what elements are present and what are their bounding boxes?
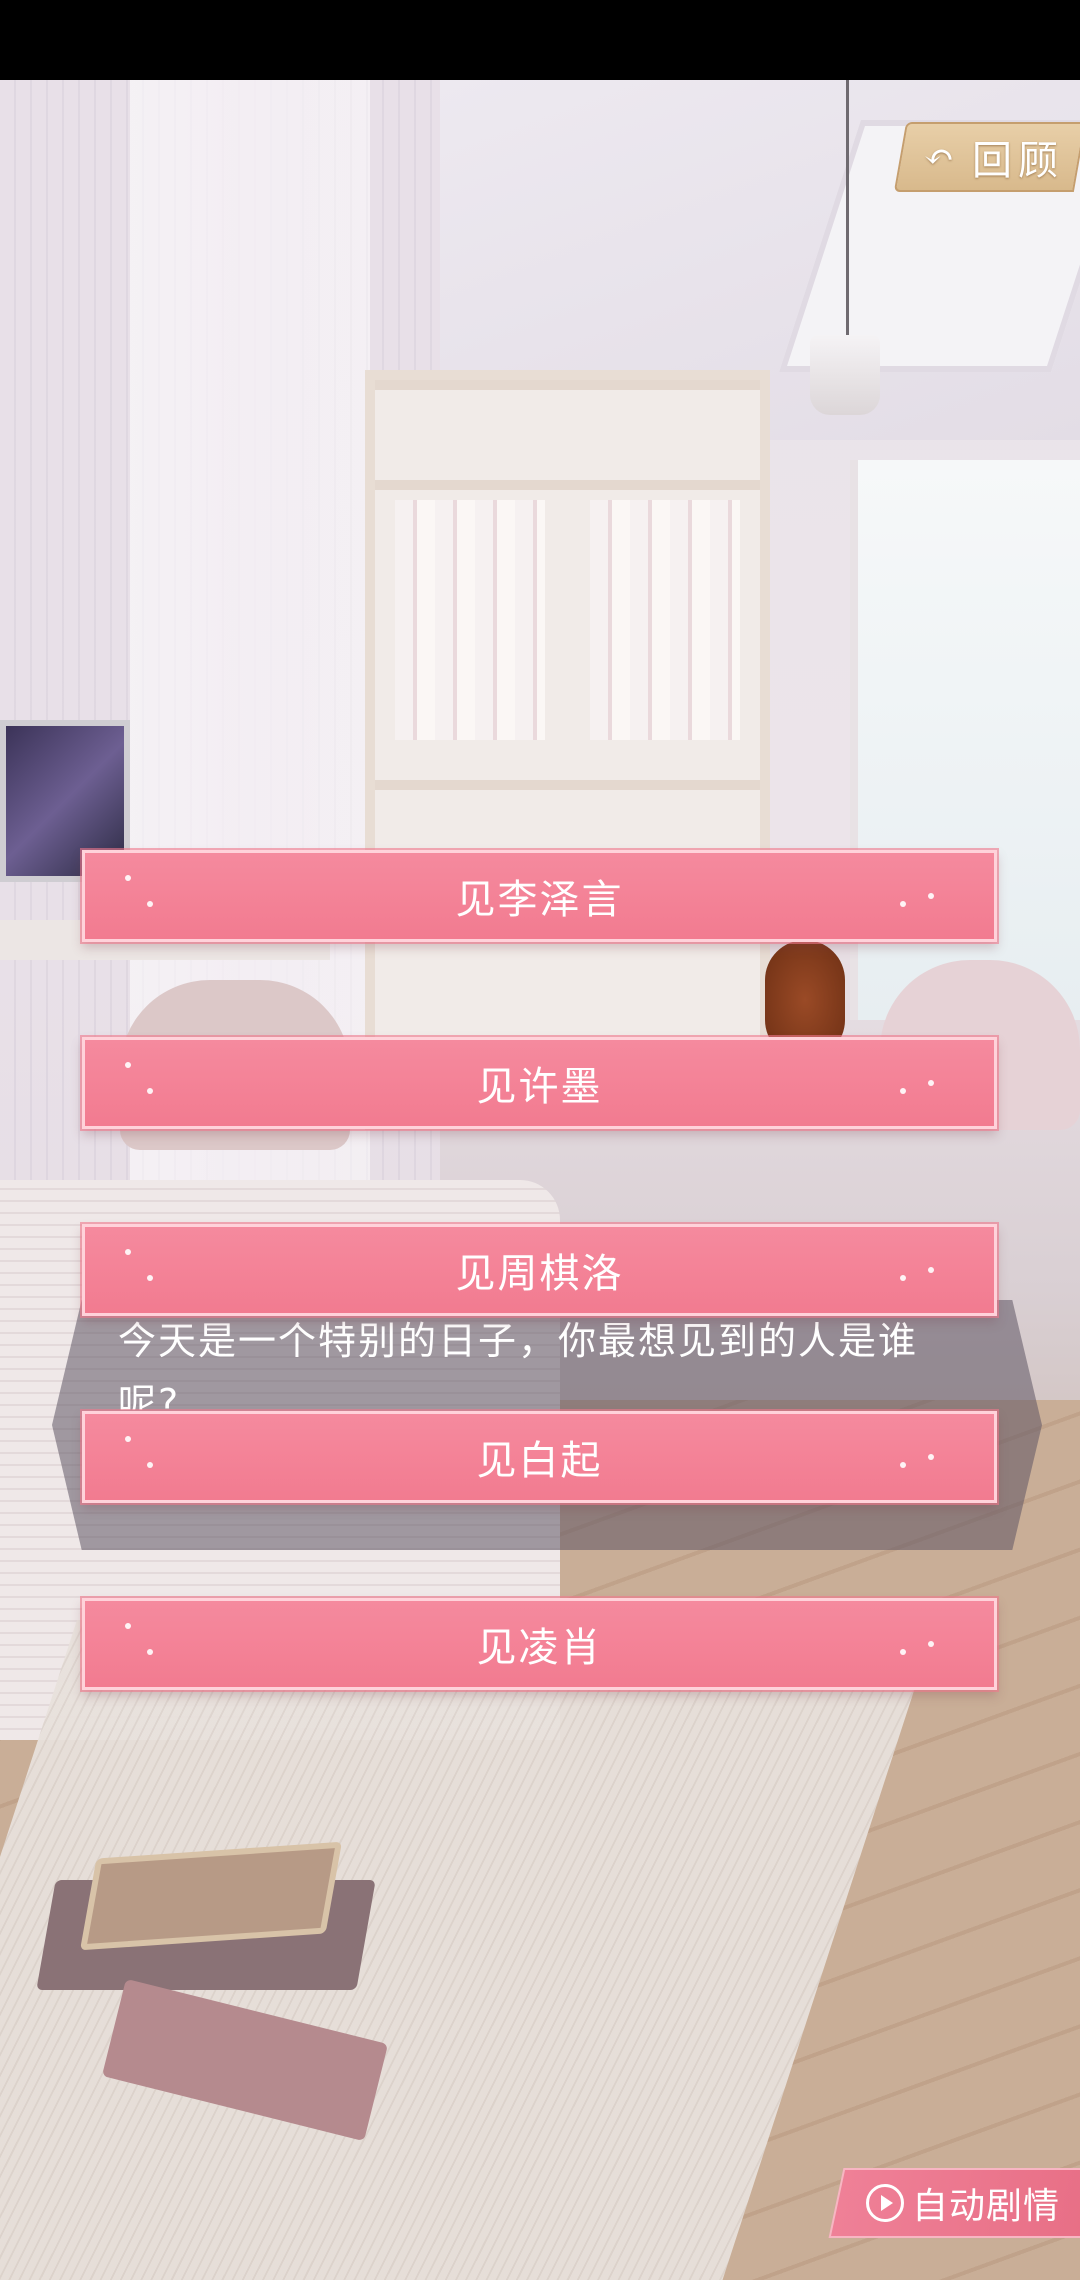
undo-arrow-icon: ↶ xyxy=(924,136,961,178)
choice-label: 见凌肖 xyxy=(476,1625,603,1671)
choice-button-5[interactable]: 见凌肖 xyxy=(82,1598,997,1690)
choice-label: 见李泽言 xyxy=(455,877,624,923)
status-bar xyxy=(0,0,1080,80)
play-circle-icon xyxy=(865,2184,904,2222)
choice-button-4[interactable]: 见白起 xyxy=(82,1411,997,1503)
choice-label: 见白起 xyxy=(476,1438,603,1484)
dialog-text: 今天是一个特别的日子，你最想见到的人是谁呢? xyxy=(118,1319,919,1410)
choice-button-1[interactable]: 见李泽言 xyxy=(82,850,997,942)
pendant-cord xyxy=(846,80,849,340)
auto-play-button[interactable]: 自动剧情 xyxy=(828,2168,1080,2238)
review-button-label: 回顾 xyxy=(972,138,1065,184)
book xyxy=(79,1841,343,1951)
choice-label: 见周棋洛 xyxy=(455,1251,624,1297)
choice-button-3[interactable]: 见周棋洛 xyxy=(82,1224,997,1316)
auto-play-label: 自动剧情 xyxy=(911,2186,1060,2227)
choice-button-2[interactable]: 见许墨 xyxy=(82,1037,997,1129)
game-scene-background xyxy=(0,80,1080,2280)
review-button[interactable]: ↶ 回顾 xyxy=(893,122,1080,192)
choice-label: 见许墨 xyxy=(476,1064,603,1110)
pendant-lamp xyxy=(810,335,880,415)
wardrobe xyxy=(365,370,770,1130)
